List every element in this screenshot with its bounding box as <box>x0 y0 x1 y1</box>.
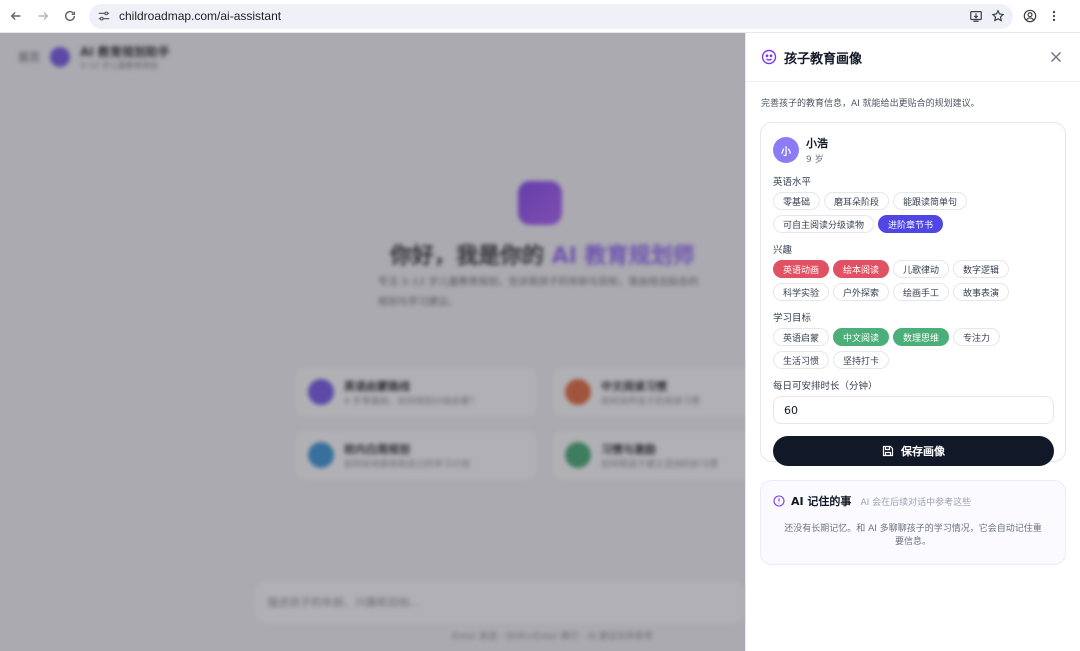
url-text[interactable]: childroadmap.com/ai-assistant <box>119 9 281 23</box>
goals-label: 学习目标 <box>773 313 812 324</box>
chip-english-level[interactable]: 零基础 <box>773 192 821 210</box>
chip-goal[interactable]: 坚持打卡 <box>833 351 890 369</box>
interests-label: 兴趣 <box>773 245 793 256</box>
child-profile-panel: 孩子教育画像 完善孩子的教育信息，AI 就能给出更贴合的规划建议。 小 小浩 9… <box>745 33 1080 651</box>
close-button[interactable] <box>1047 48 1065 66</box>
chip-goal-selected[interactable]: 中文阅读 <box>833 328 890 346</box>
chip-english-level[interactable]: 可自主阅读分级读物 <box>773 215 875 233</box>
more-menu-icon[interactable] <box>1047 9 1061 23</box>
profile-icon[interactable] <box>1023 9 1037 23</box>
child-age: 9 岁 <box>806 155 824 165</box>
smile-icon <box>761 49 777 65</box>
save-profile-button[interactable]: 保存画像 <box>773 436 1054 466</box>
chip-english-level-selected[interactable]: 进阶章节书 <box>878 215 944 233</box>
profile-card: 小 小浩 9 岁 英语水平 零基础 磨耳朵阶段 能跟读简单句 可自主阅读分级读物… <box>760 122 1066 466</box>
chip-english-level[interactable]: 能跟读简单句 <box>893 192 968 210</box>
chip-goal[interactable]: 生活习惯 <box>773 351 830 369</box>
chip-interest-selected[interactable]: 英语动画 <box>773 260 830 278</box>
chip-interest-selected[interactable]: 绘本阅读 <box>833 260 890 278</box>
site-settings-icon[interactable] <box>97 9 111 23</box>
save-icon <box>882 445 894 457</box>
chip-interest[interactable]: 户外探索 <box>833 283 890 301</box>
browser-toolbar: childroadmap.com/ai-assistant <box>0 0 1080 33</box>
address-bar[interactable]: childroadmap.com/ai-assistant <box>89 3 1013 29</box>
chip-interest[interactable]: 数字逻辑 <box>953 260 1010 278</box>
chip-goal-selected[interactable]: 数理思维 <box>893 328 950 346</box>
memory-subtitle: AI 会在后续对话中参考这些 <box>860 497 972 508</box>
reload-icon[interactable] <box>59 5 81 27</box>
english-level-label: 英语水平 <box>773 177 812 188</box>
forward-arrow-icon[interactable] <box>32 5 54 27</box>
modal-overlay[interactable] <box>0 33 745 651</box>
memory-empty-state: 还没有长期记忆。和 AI 多聊聊孩子的学习情况，它会自动记住重要信息。 <box>784 524 1042 547</box>
memory-title: AI 记住的事 <box>791 495 852 508</box>
panel-description: 完善孩子的教育信息，AI 就能给出更贴合的规划建议。 <box>761 99 980 109</box>
panel-header: 孩子教育画像 <box>746 33 1080 82</box>
child-name: 小浩 <box>806 137 828 150</box>
child-header: 小 小浩 9 岁 <box>773 135 1053 165</box>
chip-goal[interactable]: 专注力 <box>953 328 1001 346</box>
goals-chips: 英语启蒙 中文阅读 数理思维 专注力 生活习惯 坚持打卡 <box>773 328 1053 369</box>
panel-title: 孩子教育画像 <box>784 51 863 67</box>
daily-minutes-input[interactable]: 60 <box>773 396 1054 424</box>
chip-interest[interactable]: 科学实验 <box>773 283 830 301</box>
avatar: 小 <box>773 137 799 163</box>
daily-time-label: 每日可安排时长（分钟） <box>773 381 878 392</box>
english-level-chips: 零基础 磨耳朵阶段 能跟读简单句 可自主阅读分级读物 进阶章节书 <box>773 192 1053 233</box>
chip-interest[interactable]: 绘画手工 <box>893 283 950 301</box>
ai-memory-card: AI 记住的事 AI 会在后续对话中参考这些 还没有长期记忆。和 AI 多聊聊孩… <box>760 480 1066 565</box>
info-icon <box>773 495 785 507</box>
interests-chips: 英语动画 绘本阅读 儿歌律动 数字逻辑 科学实验 户外探索 绘画手工 故事表演 <box>773 260 1053 301</box>
save-button-label: 保存画像 <box>901 445 945 458</box>
install-app-icon[interactable] <box>969 9 983 23</box>
chip-interest[interactable]: 故事表演 <box>953 283 1010 301</box>
chip-goal[interactable]: 英语启蒙 <box>773 328 830 346</box>
chip-interest[interactable]: 儿歌律动 <box>893 260 950 278</box>
chip-english-level[interactable]: 磨耳朵阶段 <box>824 192 890 210</box>
back-arrow-icon[interactable] <box>5 5 27 27</box>
close-icon <box>1051 52 1061 62</box>
background-page: 首页 AI 教育规划助手 3–12 岁儿童教育规划 你好，我是你的 AI 教育规… <box>0 33 745 651</box>
bookmark-star-icon[interactable] <box>991 9 1005 23</box>
